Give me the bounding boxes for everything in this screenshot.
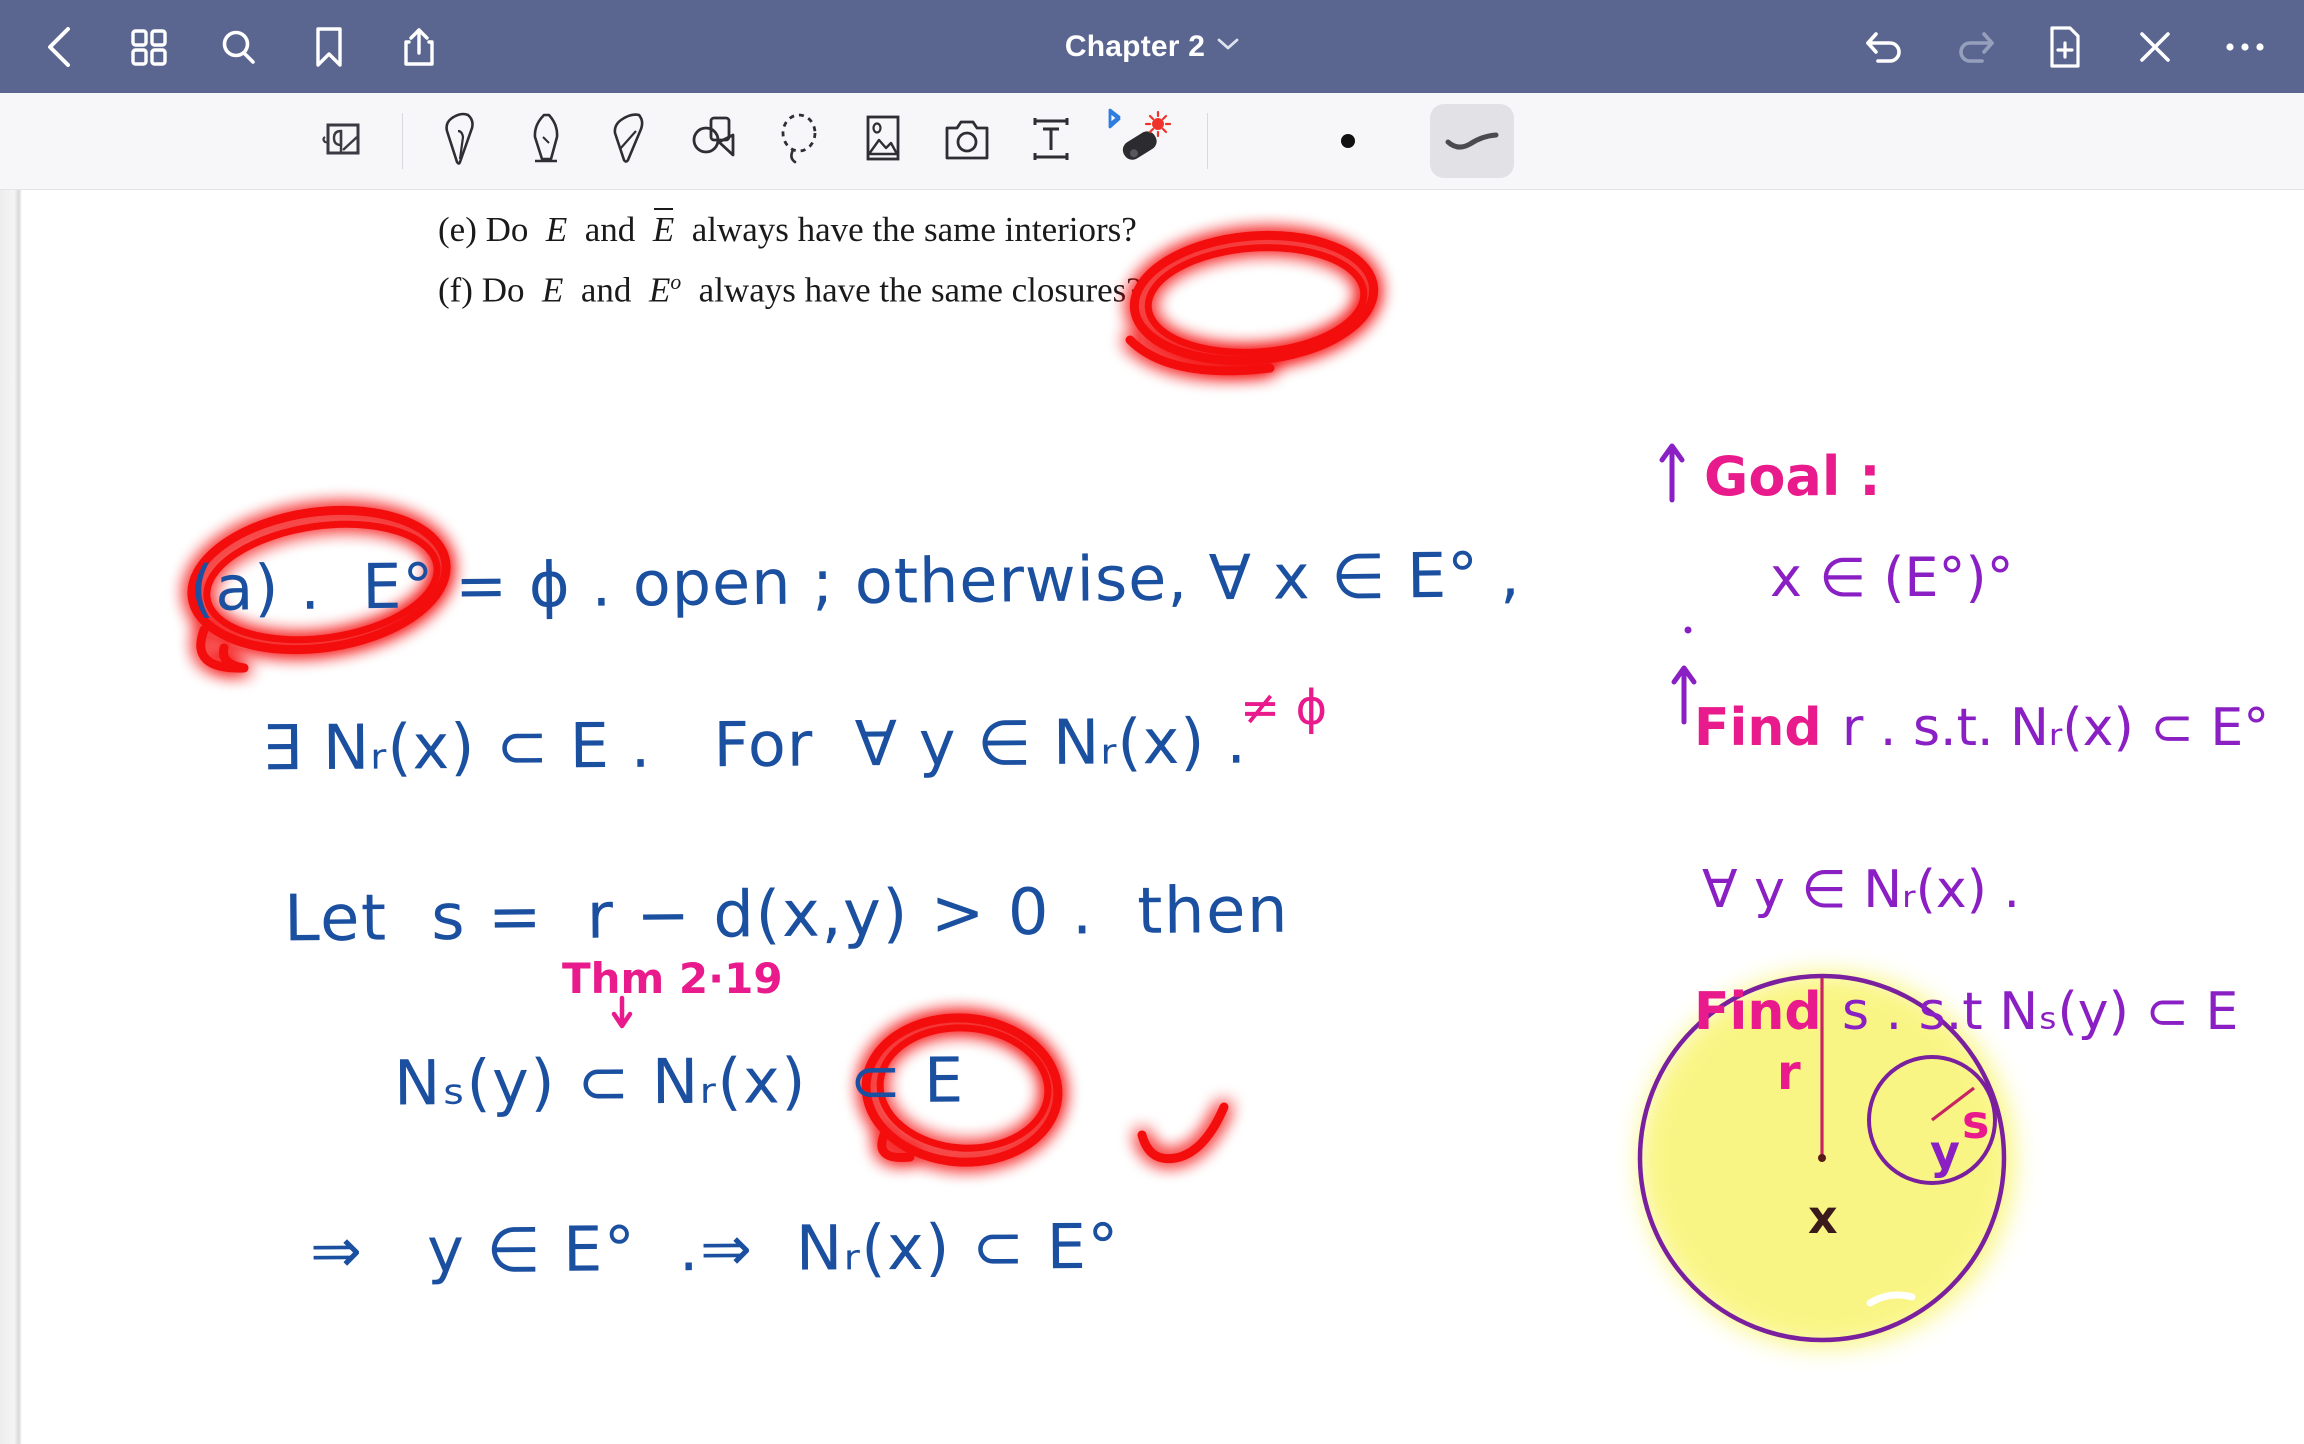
text-box-icon	[1026, 114, 1076, 169]
handwriting-line-e: ⇒ y ∈ E° .⇒ Nᵣ(x) ⊂ E°	[310, 1210, 1120, 1287]
share-button[interactable]	[388, 16, 450, 78]
bookmark-icon	[312, 25, 346, 69]
undo-icon	[1864, 28, 1906, 66]
redo-icon	[1954, 28, 1996, 66]
stylus-bluetooth-icon	[1096, 108, 1174, 175]
handwriting-line-a: (a) . E° = ϕ . open ; otherwise, ∀ x ∈ E…	[190, 538, 1521, 625]
diagram-inner-center-label: y	[1930, 1125, 1960, 1179]
chevron-left-icon	[42, 25, 76, 69]
diagram-inner-radius-label: s	[1962, 1095, 1989, 1149]
camera-tool[interactable]	[925, 101, 1009, 181]
handwriting-line-d: Nₛ(y) ⊂ Nᵣ(x) ⊂ E	[394, 1044, 965, 1120]
chevron-down-icon[interactable]	[1217, 37, 1239, 56]
diagram-center-dot	[1818, 1154, 1826, 1162]
diagram-radius-label: r	[1777, 1045, 1801, 1101]
app-root: Chapter 2	[0, 0, 2304, 1444]
page-scroll-area[interactable]: (e) Do E and E always have the same inte…	[0, 190, 2304, 1444]
red-check-annotation	[1142, 1107, 1224, 1159]
drawing-toolbar	[0, 93, 2304, 190]
camera-icon	[941, 114, 993, 169]
ellipsis-icon	[2224, 40, 2266, 54]
red-circle-annotation-1	[1129, 226, 1379, 371]
annotation-goal-label: Goal :	[1704, 445, 1881, 508]
eraser-icon	[522, 111, 572, 172]
annotation-goal-expr: x ∈ (E°)°	[1770, 546, 2014, 609]
annotation-find-r-expr: r . s.t. Nᵣ(x) ⊂ E°	[1842, 698, 2269, 758]
stroke-size-indicator[interactable]	[1306, 101, 1390, 181]
dot-size-indicator	[1341, 134, 1355, 148]
stroke-curve-icon	[1442, 122, 1502, 161]
lasso-icon	[774, 111, 824, 172]
shape-tool[interactable]	[673, 101, 757, 181]
more-button[interactable]	[2214, 16, 2276, 78]
back-button[interactable]	[28, 16, 90, 78]
text-recognition-tool[interactable]	[300, 101, 384, 181]
image-tool[interactable]	[841, 101, 925, 181]
top-navigation-bar: Chapter 2	[0, 0, 2304, 93]
close-button[interactable]	[2124, 16, 2186, 78]
pen-icon	[438, 111, 488, 172]
pen-cross-icon	[2135, 27, 2175, 67]
diagram-center-label: x	[1808, 1190, 1838, 1244]
handwriting-line-c: Let s = r − d(x,y) > 0 . then	[284, 874, 1290, 957]
toolbar-divider-left	[402, 113, 403, 169]
annotation-thm-ref: Thm 2·19	[562, 954, 783, 1003]
document-plus-icon	[2047, 25, 2083, 69]
annotation-find-s-label: Find	[1694, 982, 1822, 1042]
highlighter-tool[interactable]	[589, 101, 673, 181]
image-icon	[860, 112, 906, 171]
pen-tool[interactable]	[421, 101, 505, 181]
annotation-find-s-expr: s . s.t Nₛ(y) ⊂ E	[1842, 982, 2238, 1042]
annotation-find-r-label: Find	[1694, 698, 1822, 758]
text-tool[interactable]	[1009, 101, 1093, 181]
add-page-button[interactable]	[2034, 16, 2096, 78]
handwriting-line-b: ∃ Nᵣ(x) ⊂ E . For ∀ y ∈ Nᵣ(x) .	[262, 705, 1247, 785]
annotation-forall-y: ∀ y ∈ Nᵣ(x) .	[1702, 860, 2020, 920]
highlighter-icon	[606, 111, 656, 172]
purple-arrow-up-2	[1674, 668, 1694, 722]
pages-grid-button[interactable]	[118, 16, 180, 78]
purple-dot-under-r	[1685, 627, 1692, 634]
handwriting-to-text-icon	[319, 116, 365, 167]
redo-button[interactable]	[1944, 16, 2006, 78]
eraser-tool[interactable]	[505, 101, 589, 181]
nav-left-group	[28, 16, 450, 78]
grid-icon	[129, 27, 169, 67]
lasso-tool[interactable]	[757, 101, 841, 181]
shapes-icon	[689, 113, 741, 170]
stylus-status[interactable]	[1093, 101, 1177, 181]
bookmark-button[interactable]	[298, 16, 360, 78]
note-page[interactable]: (e) Do E and E always have the same inte…	[22, 190, 2282, 1444]
search-icon	[219, 27, 259, 67]
annotation-neq-phi: ≠ ϕ	[1240, 680, 1327, 736]
page-title[interactable]: Chapter 2	[1065, 30, 1205, 64]
share-icon	[401, 25, 437, 69]
nav-right-group	[1854, 16, 2276, 78]
toolbar-divider-right	[1207, 113, 1208, 169]
stroke-style-preview[interactable]	[1430, 104, 1514, 178]
search-button[interactable]	[208, 16, 270, 78]
undo-button[interactable]	[1854, 16, 1916, 78]
purple-arrow-up-1	[1662, 446, 1682, 500]
